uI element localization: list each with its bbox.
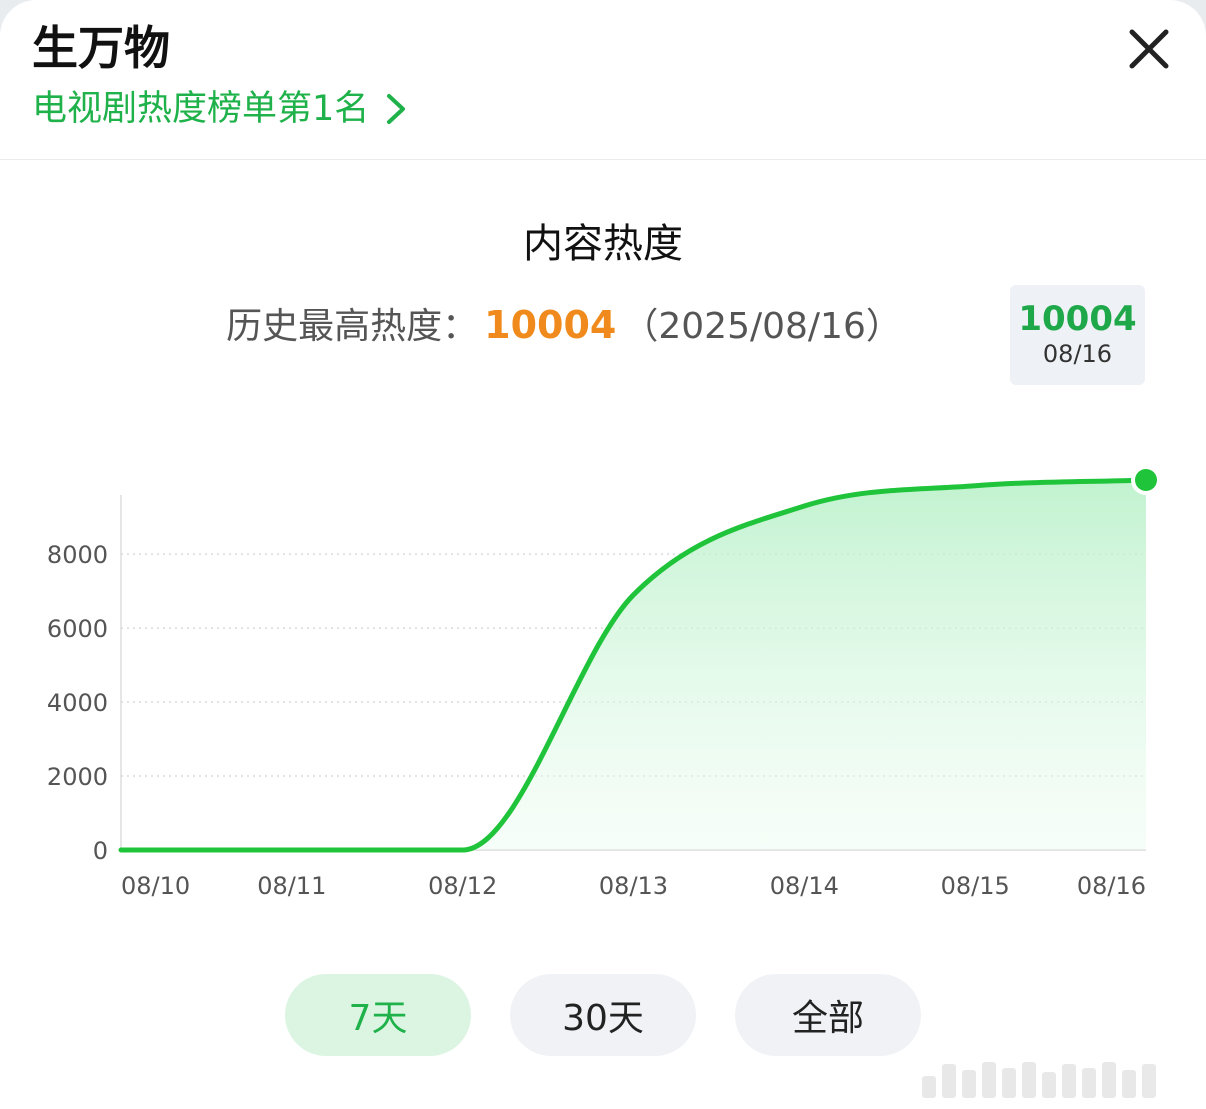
range-tabs: 7天 30天 全部 [0,974,1206,1056]
x-tick-label: 08/14 [770,872,839,900]
tab-label: 全部 [791,998,864,1039]
y-tick-label: 4000 [47,689,108,717]
x-tick-label: 08/11 [257,872,326,900]
rank-link-label: 电视剧热度榜单第1名 [32,89,370,129]
tab-label: 30天 [562,998,644,1039]
close-icon[interactable] [1122,22,1176,76]
x-tick-label: 08/13 [599,872,668,900]
rank-link[interactable]: 电视剧热度榜单第1名 [32,86,409,132]
x-tick-label: 08/16 [1077,872,1146,900]
tooltip-date: 08/16 [1042,340,1113,368]
section-title: 内容热度 [523,221,683,267]
tooltip-value: 10004 [1018,299,1137,339]
history-label: 历史最高热度： [226,306,479,347]
x-tick-label: 08/15 [941,872,1010,900]
tab-7-days[interactable]: 7天 [285,974,471,1056]
y-tick-label: 0 [93,837,108,865]
highlight-point [1135,469,1157,491]
tab-30-days[interactable]: 30天 [510,974,696,1056]
heat-chart[interactable]: 0 2000 4000 6000 8000 08/10 08/11 08/12 08/13 08/… [0,440,1206,920]
history-date: （2025/08/16） [622,306,902,347]
heat-panel: 生万物 电视剧热度榜单第1名 内容热度 历史最高热度： 10004 （2025/… [0,0,1206,1109]
chart-tooltip: 10004 08/16 [1010,285,1145,385]
area-fill [121,480,1146,850]
show-title: 生万物 [32,21,170,75]
x-tick-label: 08/10 [121,872,190,900]
y-tick-label: 6000 [47,615,108,643]
chevron-right-icon [387,94,406,124]
history-value: 10004 [484,303,617,347]
x-tick-label: 08/12 [428,872,497,900]
tab-all[interactable]: 全部 [735,974,921,1056]
watermark [922,1058,1194,1098]
y-tick-label: 8000 [47,541,108,569]
y-tick-label: 2000 [47,763,108,791]
panel-header: 生万物 电视剧热度榜单第1名 [0,0,1206,160]
tab-label: 7天 [348,998,408,1039]
